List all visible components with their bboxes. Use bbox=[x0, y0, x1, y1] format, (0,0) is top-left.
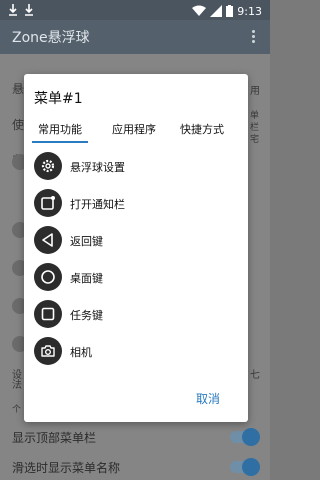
list-item-label: 返回键 bbox=[70, 235, 103, 248]
signal-icon bbox=[210, 2, 223, 21]
tab-applications[interactable]: 应用程序 bbox=[112, 121, 156, 137]
setting-label: 显示顶部菜单栏 bbox=[12, 431, 97, 445]
camera-icon bbox=[34, 337, 62, 365]
toggle-switch[interactable] bbox=[230, 458, 260, 476]
bg-fragment: 用 bbox=[250, 86, 260, 97]
bg-row-text: 使 bbox=[12, 118, 25, 132]
bg-row-text: 法 bbox=[12, 380, 22, 391]
tab-shortcuts[interactable]: 快捷方式 bbox=[180, 121, 224, 137]
app-title: Zone悬浮球 bbox=[12, 30, 90, 46]
bg-row-text: 悬 bbox=[12, 82, 25, 96]
list-item-partial[interactable] bbox=[24, 370, 248, 374]
list-item-label: 相机 bbox=[70, 346, 92, 359]
bg-fragment: 七 bbox=[250, 370, 260, 381]
tab-bar: 常用功能 应用程序 快捷方式 bbox=[24, 116, 248, 144]
wifi-icon bbox=[192, 2, 207, 21]
toggle-switch[interactable] bbox=[230, 428, 260, 446]
function-list: 悬浮球设置 打开通知栏 返回键 桌面键 任务键 相机 bbox=[24, 148, 248, 374]
setting-row-menu-name[interactable]: 滑选时显示菜单名称 bbox=[0, 452, 270, 480]
overflow-menu-icon[interactable] bbox=[250, 28, 256, 46]
list-item[interactable]: 悬浮球设置 bbox=[24, 148, 248, 185]
tab-common-functions[interactable]: 常用功能 bbox=[32, 121, 88, 143]
cancel-button[interactable]: 取消 bbox=[196, 390, 220, 407]
list-item[interactable]: 相机 bbox=[24, 333, 248, 370]
back-triangle-icon bbox=[34, 226, 62, 254]
home-circle-icon bbox=[34, 263, 62, 291]
bg-fragment: 宅 bbox=[250, 135, 260, 145]
status-bar: 9:13 bbox=[0, 0, 270, 20]
battery-icon bbox=[226, 2, 234, 21]
list-item[interactable]: 返回键 bbox=[24, 222, 248, 259]
list-item-label: 任务键 bbox=[70, 309, 103, 322]
gear-icon bbox=[34, 152, 62, 180]
notification-icon bbox=[34, 189, 62, 217]
setting-label: 滑选时显示菜单名称 bbox=[12, 461, 121, 475]
recents-square-icon bbox=[34, 300, 62, 328]
app-bar: Zone悬浮球 bbox=[0, 20, 270, 54]
list-item-label: 桌面键 bbox=[70, 272, 103, 285]
download-icon bbox=[8, 2, 18, 21]
dialog-title: 菜单#1 bbox=[34, 91, 83, 107]
list-item[interactable]: 打开通知栏 bbox=[24, 185, 248, 222]
setting-row-top-menu[interactable]: 显示顶部菜单栏 bbox=[0, 422, 270, 452]
list-item[interactable]: 桌面键 bbox=[24, 259, 248, 296]
list-item-label: 打开通知栏 bbox=[70, 198, 125, 211]
clock: 9:13 bbox=[237, 4, 262, 18]
menu-dialog: 菜单#1 常用功能 应用程序 快捷方式 悬浮球设置 打开通知栏 返回键 桌面键 … bbox=[24, 74, 248, 422]
download-icon bbox=[24, 2, 34, 21]
bg-row-text: 个 bbox=[12, 405, 22, 415]
list-item-label: 悬浮球设置 bbox=[70, 161, 125, 174]
list-item[interactable]: 任务键 bbox=[24, 296, 248, 333]
